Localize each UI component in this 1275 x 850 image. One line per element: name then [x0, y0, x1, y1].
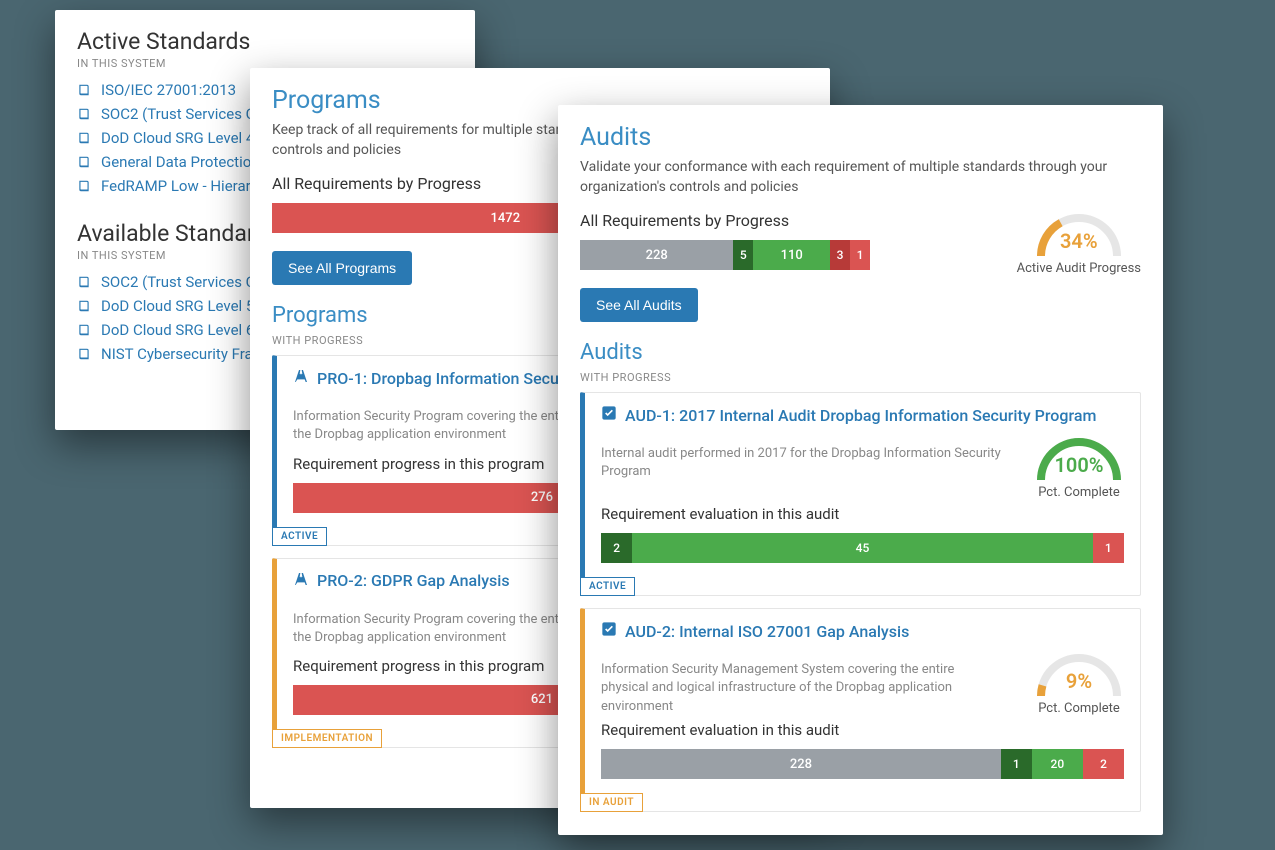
gauge-arc: 9% — [1034, 651, 1124, 699]
audits-list-sub: WITH PROGRESS — [580, 371, 1141, 384]
see-all-programs-button[interactable]: See All Programs — [272, 251, 412, 285]
see-all-audits-button[interactable]: See All Audits — [580, 288, 698, 322]
status-badge: IN AUDIT — [580, 793, 643, 812]
gauge-arc: 100% — [1034, 435, 1124, 483]
progress-segment: 2 — [601, 533, 632, 563]
standard-link[interactable]: DoD Cloud SRG Level 5, … — [101, 297, 271, 315]
audits-panel: Audits Validate your conformance with ea… — [558, 105, 1163, 835]
audits-allreq-label: All Requirements by Progress — [580, 211, 997, 230]
check-icon — [601, 621, 617, 641]
active-audit-gauge: 34% Active Audit Progress — [1017, 211, 1141, 276]
audit-card-bar: 2281202 — [601, 749, 1124, 779]
gauge-label: Pct. Complete — [1038, 701, 1120, 716]
progress-segment: 5 — [733, 240, 753, 270]
check-icon — [601, 405, 617, 425]
standard-link[interactable]: DoD Cloud SRG Level 6, … — [101, 321, 271, 339]
audit-card-desc: Internal audit performed in 2017 for the… — [601, 445, 1001, 481]
audits-desc: Validate your conformance with each requ… — [580, 158, 1141, 197]
audit-card-title[interactable]: AUD-2: Internal ISO 27001 Gap Analysis — [625, 622, 909, 641]
gauge-percent: 34% — [1034, 229, 1124, 253]
program-card-title[interactable]: PRO-2: GDPR Gap Analysis — [317, 571, 510, 590]
progress-segment: 1 — [850, 240, 870, 270]
audit-card[interactable]: AUD-1: 2017 Internal Audit Dropbag Infor… — [580, 392, 1141, 596]
active-standards-title: Active Standards — [77, 28, 453, 55]
status-badge: ACTIVE — [580, 577, 635, 596]
gauge-percent: 9% — [1034, 669, 1124, 693]
audits-list-title: Audits — [580, 340, 1141, 365]
audit-card-bar: 2451 — [601, 533, 1124, 563]
audit-card-gauge: 9% Pct. Complete — [1034, 651, 1124, 716]
road-icon — [293, 368, 309, 388]
audit-card-gauge: 100% Pct. Complete — [1034, 435, 1124, 500]
audit-card-sub: Requirement evaluation in this audit — [601, 721, 1124, 739]
road-icon — [293, 571, 309, 591]
progress-segment: 20 — [1032, 749, 1083, 779]
gauge-arc: 34% — [1034, 211, 1124, 259]
audits-allreq-bar: 228511031 — [580, 240, 870, 270]
audit-card[interactable]: AUD-2: Internal ISO 27001 Gap Analysis In… — [580, 608, 1141, 812]
progress-segment: 3 — [830, 240, 850, 270]
standard-link[interactable]: DoD Cloud SRG Level 4, … — [101, 129, 271, 147]
gauge-label: Active Audit Progress — [1017, 261, 1141, 276]
progress-segment: 1 — [1093, 533, 1124, 563]
gauge-percent: 100% — [1034, 453, 1124, 477]
gauge-label: Pct. Complete — [1038, 485, 1120, 500]
audit-card-sub: Requirement evaluation in this audit — [601, 505, 1124, 523]
standard-link[interactable]: ISO/IEC 27001:2013 — [101, 81, 236, 99]
progress-segment: 45 — [632, 533, 1092, 563]
progress-segment: 228 — [601, 749, 1001, 779]
status-badge: ACTIVE — [272, 527, 327, 546]
audit-card-title[interactable]: AUD-1: 2017 Internal Audit Dropbag Infor… — [625, 406, 1096, 425]
progress-segment: 228 — [580, 240, 733, 270]
audits-list: AUD-1: 2017 Internal Audit Dropbag Infor… — [580, 392, 1141, 812]
audits-title: Audits — [580, 123, 1141, 152]
progress-segment: 110 — [753, 240, 830, 270]
audit-card-desc: Information Security Management System c… — [601, 661, 1001, 716]
progress-segment: 1 — [1001, 749, 1032, 779]
status-badge: IMPLEMENTATION — [272, 729, 382, 748]
progress-segment: 2 — [1083, 749, 1124, 779]
